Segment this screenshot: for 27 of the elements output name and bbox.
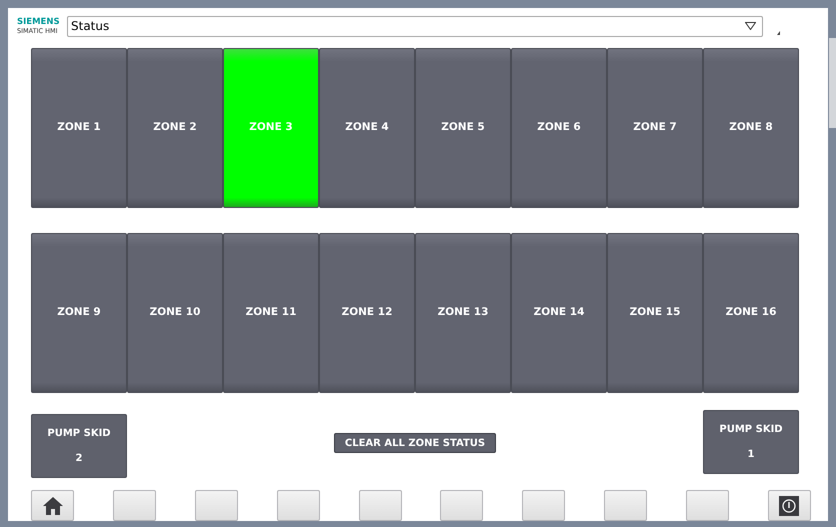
- zone-button[interactable]: ZONE 2: [127, 48, 223, 208]
- screen-dropdown[interactable]: Status: [67, 16, 763, 36]
- power-icon: [779, 496, 800, 516]
- clear-status-button[interactable]: CLEAR ALL ZONE STATUS: [334, 433, 496, 453]
- resize-mark-icon: [777, 31, 780, 35]
- function-key[interactable]: [31, 490, 74, 521]
- home-icon: [42, 496, 62, 514]
- zone-button[interactable]: ZONE 7: [607, 48, 703, 208]
- zone-button[interactable]: ZONE 16: [703, 233, 799, 393]
- zone-button[interactable]: ZONE 10: [127, 233, 223, 393]
- pump-skid-button[interactable]: PUMP SKID 2: [31, 414, 127, 478]
- zone-button[interactable]: ZONE 15: [607, 233, 703, 393]
- pump-skid-button[interactable]: PUMP SKID 1: [703, 410, 799, 474]
- zone-button[interactable]: ZONE 9: [31, 233, 127, 393]
- zone-button[interactable]: ZONE 11: [223, 233, 319, 393]
- brand-logo: SIEMENS: [17, 18, 61, 26]
- zone-button[interactable]: ZONE 12: [319, 233, 415, 393]
- zone-button[interactable]: ZONE 6: [511, 48, 607, 208]
- zone-button[interactable]: ZONE 4: [319, 48, 415, 208]
- zone-button[interactable]: ZONE 5: [415, 48, 511, 208]
- zone-button[interactable]: ZONE 13: [415, 233, 511, 393]
- function-key[interactable]: [768, 490, 811, 521]
- scrollbar-thumb[interactable]: [829, 38, 836, 128]
- zone-button[interactable]: ZONE 1: [31, 48, 127, 208]
- zone-button[interactable]: ZONE 14: [511, 233, 607, 393]
- caret-icon: [745, 22, 756, 30]
- zone-button[interactable]: ZONE 8: [703, 48, 799, 208]
